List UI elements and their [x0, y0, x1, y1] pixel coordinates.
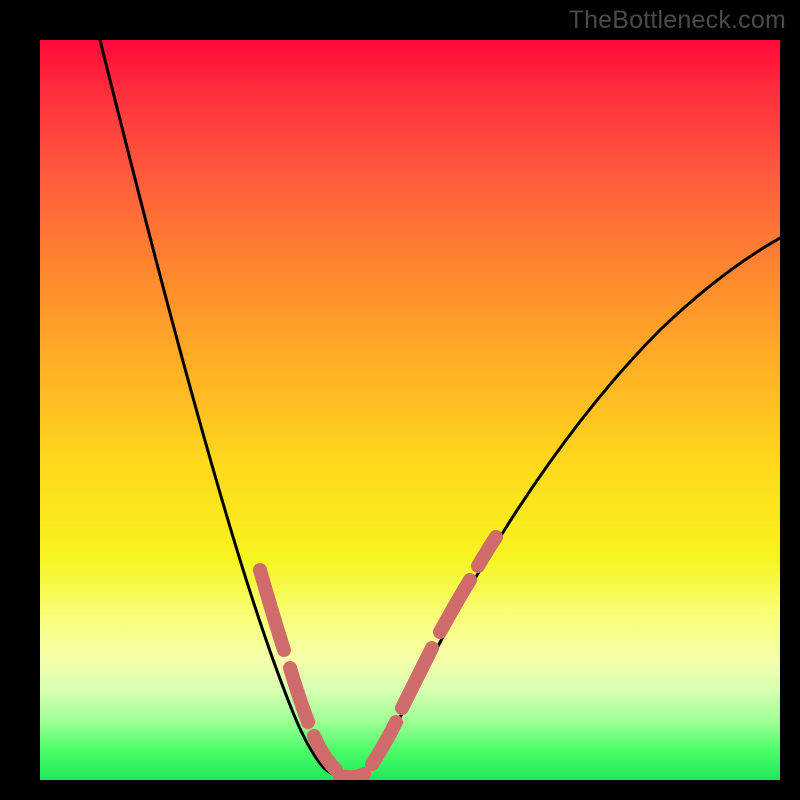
highlight-bottom	[340, 774, 364, 777]
watermark-text: TheBottleneck.com	[569, 6, 786, 35]
curve-left-branch	[100, 40, 348, 778]
highlight-right-1	[372, 722, 396, 764]
highlight-right-3	[440, 580, 470, 632]
chart-frame: TheBottleneck.com	[0, 0, 800, 800]
curve-layer	[40, 40, 780, 780]
plot-area	[40, 40, 780, 780]
highlight-left-3	[314, 736, 336, 770]
highlight-left-1	[260, 570, 284, 650]
highlight-right-2	[402, 648, 432, 708]
highlight-right-4	[478, 537, 496, 566]
